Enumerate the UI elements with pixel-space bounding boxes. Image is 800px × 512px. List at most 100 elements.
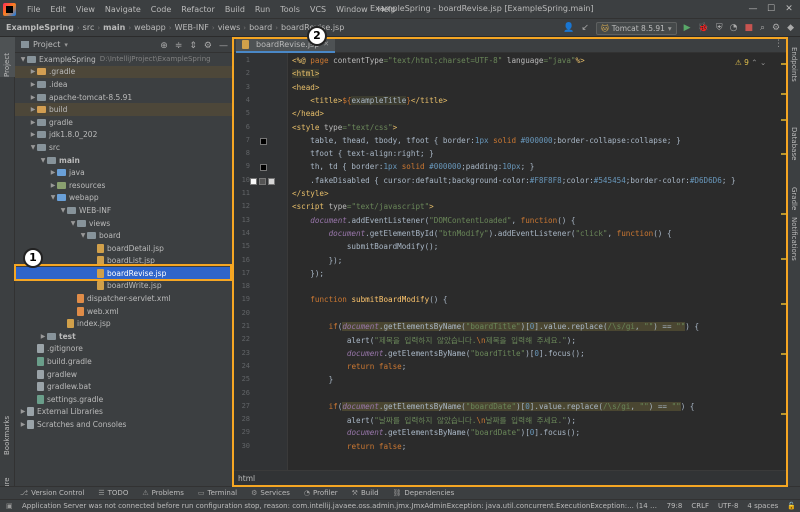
cursor-position[interactable]: 79:8 [667,502,683,510]
tree-row[interactable]: ▼ views [15,217,232,230]
code-line[interactable]: <script type="text/javascript"> [292,202,434,211]
hide-icon[interactable]: — [219,39,228,53]
code-line[interactable]: <head> [292,83,319,92]
lock-icon[interactable]: 🔓 [787,502,796,510]
tree-row[interactable]: ▶ .idea [15,78,232,91]
color-swatch-icon[interactable] [250,177,257,185]
bookmarks-tool-tab[interactable]: Bookmarks [3,416,11,455]
breadcrumb-item[interactable]: board [249,23,272,32]
chevron-right-icon[interactable]: ▶ [19,421,27,428]
menu-item-build[interactable]: Build [220,5,250,14]
editor-scrollbar[interactable] [780,53,787,470]
warning-mark[interactable] [781,153,786,155]
code-line[interactable]: }); [292,256,343,265]
code-line[interactable]: </head> [292,109,324,118]
color-swatch-icon[interactable] [260,137,267,145]
chevron-down-icon[interactable]: ▼ [39,157,47,164]
code-line[interactable]: document.getElementById("btnModify").add… [292,229,672,238]
chevron-down-icon[interactable]: ⌄ [760,58,766,67]
menu-item-refactor[interactable]: Refactor [176,5,220,14]
settings-gear-icon[interactable]: ⚙ [772,21,780,35]
breadcrumb-item[interactable]: WEB-INF [175,23,209,32]
chevron-down-icon[interactable]: ▼ [19,56,27,63]
tree-row[interactable]: web.xml [15,305,232,318]
tree-row[interactable]: gradlew.bat [15,380,232,393]
run-configuration-select[interactable]: 🐱 Tomcat 8.5.91 ▾ [595,21,677,35]
code-line[interactable]: if(document.getElementsByName("boardTitl… [292,322,699,331]
menu-item-run[interactable]: Run [250,5,275,14]
tree-row[interactable]: ▶ resources [15,179,232,192]
layout-icon[interactable]: ▣ [6,502,13,510]
menu-item-edit[interactable]: Edit [45,5,71,14]
stop-icon[interactable]: ■ [744,21,753,35]
tree-row[interactable]: ▼ main [15,154,232,167]
menu-item-window[interactable]: Window [331,5,373,14]
code-line[interactable]: </style> [292,189,329,198]
tree-row[interactable]: ▶ test [15,330,232,343]
close-icon[interactable]: ✕ [782,2,796,16]
run-icon[interactable]: ▶ [684,21,691,35]
back-arrow-icon[interactable]: ↙ [581,21,589,35]
chevron-down-icon[interactable]: ▼ [79,232,87,239]
code-line[interactable]: } [292,375,334,384]
warning-indicator[interactable]: ⚠ 9 ⌃ ⌄ [735,58,766,67]
menu-item-tools[interactable]: Tools [275,5,305,14]
user-icon[interactable]: 👤 [563,21,574,35]
tree-row[interactable]: gradlew [15,368,232,381]
menu-item-navigate[interactable]: Navigate [100,5,146,14]
chevron-right-icon[interactable]: ▶ [29,94,37,101]
line-separator[interactable]: CRLF [691,502,709,510]
tree-row[interactable]: ▶ java [15,166,232,179]
chevron-down-icon[interactable]: ▼ [49,194,57,201]
chevron-down-icon[interactable]: ▼ [69,220,77,227]
coverage-icon[interactable]: ⛨ [716,21,723,35]
tree-row[interactable]: ▶ .gradle [15,65,232,79]
code-line[interactable]: tfoot { text-align:right; } [292,149,433,158]
chevron-right-icon[interactable]: ▶ [29,106,37,113]
tree-row[interactable]: ▶ External Libraries [15,406,232,419]
code-line[interactable]: <html> [292,69,320,79]
breadcrumb-item[interactable]: views [218,23,241,32]
indent-setting[interactable]: 4 spaces [747,502,778,510]
breadcrumb-item[interactable]: src [83,23,95,32]
maximize-icon[interactable]: ☐ [764,2,778,16]
warning-mark[interactable] [781,93,786,95]
tool-window-build[interactable]: ⚒ Build [352,489,379,497]
code-line[interactable]: if(document.getElementsByName("boardDate… [292,401,694,411]
tree-row[interactable]: ▶ jdk1.8.0_202 [15,129,232,142]
code-editor[interactable]: <%@ page contentType="text/html;charset=… [288,53,780,470]
chevron-right-icon[interactable]: ▶ [19,408,27,415]
breadcrumb-item[interactable]: ExampleSpring [6,23,74,32]
breadcrumb-item[interactable]: webapp [134,23,166,32]
code-line[interactable]: submitBoardModify(); [292,242,438,251]
code-line[interactable]: document.addEventListener("DOMContentLoa… [292,216,575,225]
tree-row[interactable]: boardWrite.jsp [15,280,232,293]
tree-row[interactable]: ▼ ExampleSpring D:\IntelliJProject\Example… [15,53,232,66]
warning-mark[interactable] [781,119,786,121]
code-line[interactable]: <%@ page contentType="text/html;charset=… [292,56,585,65]
menu-item-vcs[interactable]: VCS [305,5,331,14]
collapse-all-icon[interactable]: ⊕ [160,39,168,53]
status-message[interactable]: Application Server was not connected bef… [22,502,662,510]
right-tool-tab-endpoints[interactable]: Endpoints [790,47,798,82]
warning-mark[interactable] [781,213,786,215]
chevron-right-icon[interactable]: ▶ [39,333,47,340]
code-line[interactable]: <style type="text/css"> [292,123,397,132]
tool-window-terminal[interactable]: ▭ Terminal [198,489,237,497]
chevron-right-icon[interactable]: ▶ [49,169,57,176]
tool-window-version-control[interactable]: ⎇ Version Control [20,489,84,497]
tool-window-problems[interactable]: ⚠ Problems [142,489,184,497]
tree-row[interactable]: ▶ gradle [15,116,232,129]
code-line[interactable]: .fakeDisabled { cursor:default;backgroun… [292,176,735,185]
minimize-icon[interactable]: — [746,2,760,16]
menu-item-file[interactable]: File [22,5,45,14]
color-swatch-icon[interactable] [268,177,275,185]
tree-row[interactable]: ▶ apache-tomcat-8.5.91 [15,91,232,104]
code-line[interactable]: return false; [292,442,406,451]
file-encoding[interactable]: UTF-8 [718,502,738,510]
tree-row[interactable]: boardDetail.jsp [15,242,232,255]
code-line[interactable]: alert("날짜를 입력하지 않았습니다.\n날짜를 입력해 주세요."); [292,415,576,426]
tree-row[interactable]: ▼ webapp [15,192,232,205]
tree-row[interactable]: boardList.jsp [15,255,232,268]
search-icon[interactable]: ⌕ [760,21,765,35]
